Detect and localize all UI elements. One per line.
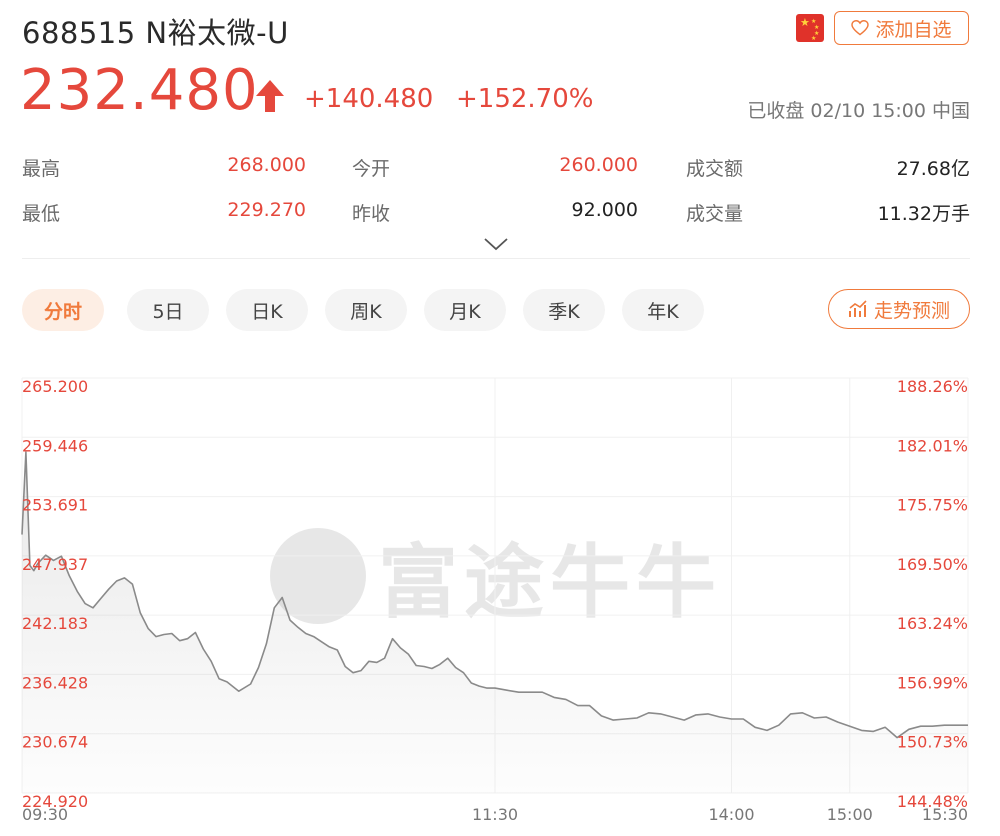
divider bbox=[22, 258, 970, 259]
stat-turnover-label: 成交额 bbox=[686, 158, 744, 180]
y-tick-left: 259.446 bbox=[22, 436, 88, 455]
y-tick-left: 253.691 bbox=[22, 496, 88, 515]
trend-chart-icon bbox=[848, 300, 867, 317]
y-tick-right: 182.01% bbox=[897, 436, 968, 455]
y-tick-right: 163.24% bbox=[897, 614, 968, 633]
add-watchlist-label: 添加自选 bbox=[875, 18, 952, 41]
up-arrow-icon bbox=[256, 80, 284, 112]
stat-low-value: 229.270 bbox=[227, 199, 306, 221]
x-tick: 15:30 bbox=[922, 805, 968, 824]
tab-monthly-k[interactable]: 月K bbox=[424, 289, 506, 331]
tab-quarterly-k[interactable]: 季K bbox=[523, 289, 605, 331]
tab-intraday[interactable]: 分时 bbox=[22, 289, 104, 331]
market-status: 已收盘 02/10 15:00 中国 bbox=[747, 100, 970, 122]
x-tick: 14:00 bbox=[708, 805, 754, 824]
price-change-pct: +152.70% bbox=[456, 84, 594, 114]
y-tick-right: 169.50% bbox=[897, 555, 968, 574]
stat-volume-label: 成交量 bbox=[686, 203, 744, 225]
x-tick: 11:30 bbox=[472, 805, 518, 824]
y-tick-left: 236.428 bbox=[22, 673, 88, 692]
last-price: 232.480 bbox=[20, 58, 259, 123]
y-tick-right: 156.99% bbox=[897, 673, 968, 692]
stat-open-value: 260.000 bbox=[559, 154, 638, 176]
stat-high-label: 最高 bbox=[22, 158, 61, 180]
y-tick-left: 242.183 bbox=[22, 614, 88, 633]
y-tick-left: 247.937 bbox=[22, 555, 88, 574]
y-tick-right: 175.75% bbox=[897, 496, 968, 515]
stat-high-value: 268.000 bbox=[227, 154, 306, 176]
stat-prev-close-label: 昨收 bbox=[352, 203, 391, 225]
stat-prev-close-value: 92.000 bbox=[571, 199, 638, 221]
x-tick: 09:30 bbox=[22, 805, 68, 824]
tab-daily-k[interactable]: 日K bbox=[226, 289, 308, 331]
quote-header: 688515 N裕太微-U ★ ★ ★ ★ ★ 添加自选 232.480 +14… bbox=[0, 0, 1000, 252]
intraday-chart[interactable]: 265.200 259.446 253.691 247.937 242.183 236.4… bbox=[0, 360, 1000, 836]
y-tick-left: 265.200 bbox=[22, 377, 88, 396]
stat-turnover-value: 27.68亿 bbox=[896, 158, 970, 180]
x-tick: 15:00 bbox=[827, 805, 873, 824]
y-tick-right: 150.73% bbox=[897, 733, 968, 752]
stock-title: 688515 N裕太微-U bbox=[22, 16, 289, 50]
tab-yearly-k[interactable]: 年K bbox=[622, 289, 704, 331]
stat-low-label: 最低 bbox=[22, 203, 61, 225]
price-change: +140.480 bbox=[304, 84, 434, 114]
stat-volume-value: 11.32万手 bbox=[877, 203, 970, 225]
tab-weekly-k[interactable]: 周K bbox=[325, 289, 407, 331]
tab-5day[interactable]: 5日 bbox=[127, 289, 209, 331]
trend-predict-label: 走势预测 bbox=[873, 299, 950, 322]
add-watchlist-button[interactable]: 添加自选 bbox=[834, 11, 969, 45]
cn-flag-icon: ★ ★ ★ ★ ★ bbox=[796, 14, 824, 42]
stat-open-label: 今开 bbox=[352, 158, 391, 180]
y-tick-right: 188.26% bbox=[897, 377, 968, 396]
heart-icon bbox=[851, 20, 870, 36]
chevron-down-icon[interactable] bbox=[482, 236, 510, 252]
trend-predict-button[interactable]: 走势预测 bbox=[828, 289, 970, 329]
y-tick-left: 230.674 bbox=[22, 733, 88, 752]
